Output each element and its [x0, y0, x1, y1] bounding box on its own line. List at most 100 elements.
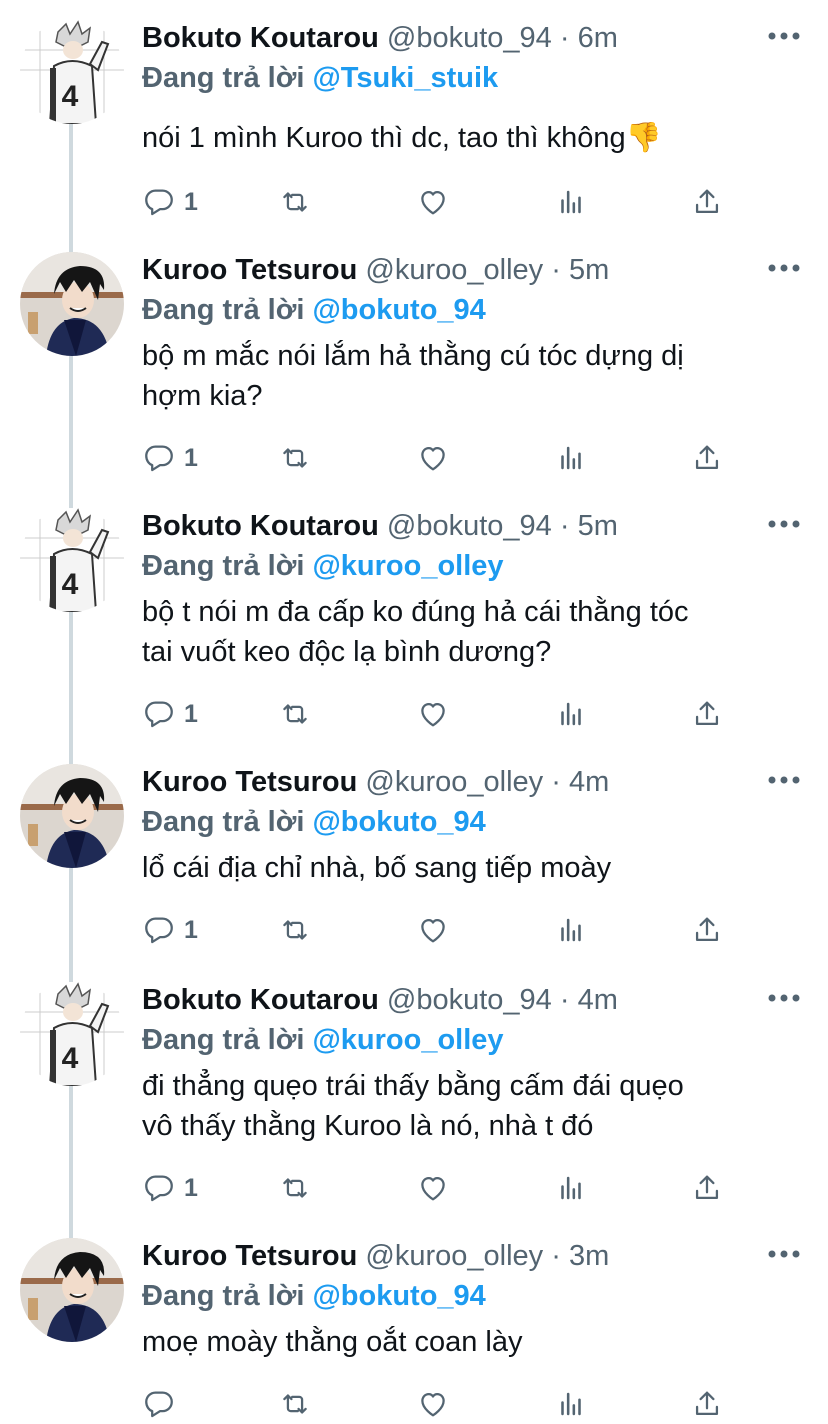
share-icon — [695, 701, 719, 726]
like-button[interactable] — [416, 910, 450, 950]
reply-icon — [145, 1175, 173, 1202]
action-bar: 1 — [142, 910, 742, 950]
share-button[interactable] — [690, 182, 724, 222]
retweet-button[interactable] — [278, 182, 312, 222]
more-options-icon[interactable] — [764, 20, 804, 52]
author-handle[interactable]: @bokuto_94 — [387, 22, 552, 54]
reply-icon — [145, 917, 173, 944]
retweet-button[interactable] — [278, 694, 312, 734]
timestamp[interactable]: 5m — [578, 510, 618, 542]
author-name[interactable]: Kuroo Tetsurou — [142, 766, 357, 798]
share-button[interactable] — [690, 910, 724, 950]
tweet-text: moẹ moày thằng oắt coan lày — [142, 1322, 808, 1362]
replying-to: Đang trả lời @kuroo_olley — [142, 1020, 808, 1060]
avatar[interactable]: 4 — [20, 20, 124, 124]
separator-dot: · — [559, 984, 570, 1016]
more-options-icon[interactable] — [764, 982, 804, 1014]
more-options-icon[interactable] — [764, 252, 804, 284]
author-name[interactable]: Bokuto Koutarou — [142, 510, 379, 542]
kuroo-avatar — [20, 764, 124, 868]
author-name[interactable]: Kuroo Tetsurou — [142, 254, 357, 286]
avatar[interactable]: 4 — [20, 508, 124, 612]
avatar[interactable] — [20, 1238, 124, 1342]
avatar[interactable] — [20, 252, 124, 356]
mention-link[interactable]: @kuroo_olley — [312, 1024, 503, 1056]
more-options-icon[interactable] — [764, 1238, 804, 1270]
analytics-button[interactable] — [554, 182, 588, 222]
like-button[interactable] — [416, 182, 450, 222]
more-options-icon[interactable] — [764, 508, 804, 540]
author-handle[interactable]: @kuroo_olley — [365, 254, 543, 286]
svg-text:4: 4 — [62, 80, 79, 113]
retweet-button[interactable] — [278, 910, 312, 950]
author-name[interactable]: Bokuto Koutarou — [142, 984, 379, 1016]
analytics-button[interactable] — [554, 910, 588, 950]
mention-link[interactable]: @bokuto_94 — [312, 294, 485, 326]
tweet-header: Bokuto Koutarou @bokuto_94 · 4m — [142, 980, 808, 1020]
separator-dot: · — [559, 510, 570, 542]
avatar[interactable]: 4 — [20, 982, 124, 1086]
tweet-header: Kuroo Tetsurou @kuroo_olley · 3m — [142, 1236, 808, 1276]
retweet-button[interactable] — [278, 438, 312, 478]
share-button[interactable] — [690, 438, 724, 478]
author-handle[interactable]: @bokuto_94 — [387, 984, 552, 1016]
retweet-icon — [283, 1178, 307, 1198]
analytics-button[interactable] — [554, 438, 588, 478]
reply-button[interactable] — [142, 1384, 184, 1424]
like-button[interactable] — [416, 694, 450, 734]
reply-button[interactable]: 1 — [142, 694, 198, 734]
action-bar: 1 — [142, 1168, 742, 1208]
analytics-button[interactable] — [554, 1168, 588, 1208]
analytics-button[interactable] — [554, 694, 588, 734]
retweet-icon — [283, 192, 307, 212]
reply-button[interactable]: 1 — [142, 438, 198, 478]
tweet-text-line: moẹ moày thằng oắt coan lày — [142, 1326, 523, 1358]
author-handle[interactable]: @bokuto_94 — [387, 510, 552, 542]
action-bar: 1 — [142, 694, 742, 734]
analytics-icon — [561, 190, 581, 214]
separator-dot: · — [559, 22, 570, 54]
heart-icon — [421, 702, 445, 727]
share-icon — [695, 917, 719, 942]
kuroo-avatar — [20, 1238, 124, 1342]
reply-icon — [145, 445, 173, 472]
reply-button[interactable]: 1 — [142, 182, 198, 222]
timestamp[interactable]: 4m — [569, 766, 609, 798]
like-button[interactable] — [416, 438, 450, 478]
share-button[interactable] — [690, 1168, 724, 1208]
author-name[interactable]: Kuroo Tetsurou — [142, 1240, 357, 1272]
timestamp[interactable]: 6m — [578, 22, 618, 54]
replying-to: Đang trả lời @bokuto_94 — [142, 1276, 808, 1316]
retweet-button[interactable] — [278, 1168, 312, 1208]
heart-icon — [421, 1392, 445, 1417]
separator-dot: · — [551, 766, 561, 798]
replying-to: Đang trả lời @kuroo_olley — [142, 546, 808, 586]
mention-link[interactable]: @kuroo_olley — [312, 550, 503, 582]
timestamp[interactable]: 5m — [569, 254, 609, 286]
mention-link[interactable]: @bokuto_94 — [312, 1280, 485, 1312]
tweet-text-line: vô thấy thằng Kuroo là nó, nhà t đó — [142, 1110, 594, 1142]
share-button[interactable] — [690, 1384, 724, 1424]
bokuto-avatar: 4 — [20, 508, 124, 612]
reply-count: 1 — [184, 1173, 198, 1202]
avatar[interactable] — [20, 764, 124, 868]
author-handle[interactable]: @kuroo_olley — [365, 1240, 543, 1272]
replying-to-label: Đang trả lời — [142, 1024, 305, 1056]
timestamp[interactable]: 3m — [569, 1240, 609, 1272]
timestamp[interactable]: 4m — [578, 984, 618, 1016]
like-button[interactable] — [416, 1384, 450, 1424]
author-name[interactable]: Bokuto Koutarou — [142, 22, 379, 54]
reply-button[interactable]: 1 — [142, 1168, 198, 1208]
share-button[interactable] — [690, 694, 724, 734]
replying-to: Đang trả lời @Tsuki_stuik — [142, 58, 808, 98]
more-options-icon[interactable] — [764, 764, 804, 796]
retweet-button[interactable] — [278, 1384, 312, 1424]
mention-link[interactable]: @bokuto_94 — [312, 806, 485, 838]
analytics-button[interactable] — [554, 1384, 588, 1424]
author-handle[interactable]: @kuroo_olley — [365, 766, 543, 798]
tweet-text-line: lổ cái địa chỉ nhà, bố sang tiếp moày — [142, 852, 612, 884]
mention-link[interactable]: @Tsuki_stuik — [312, 62, 498, 94]
reply-button[interactable]: 1 — [142, 910, 198, 950]
heart-icon — [421, 446, 445, 471]
like-button[interactable] — [416, 1168, 450, 1208]
